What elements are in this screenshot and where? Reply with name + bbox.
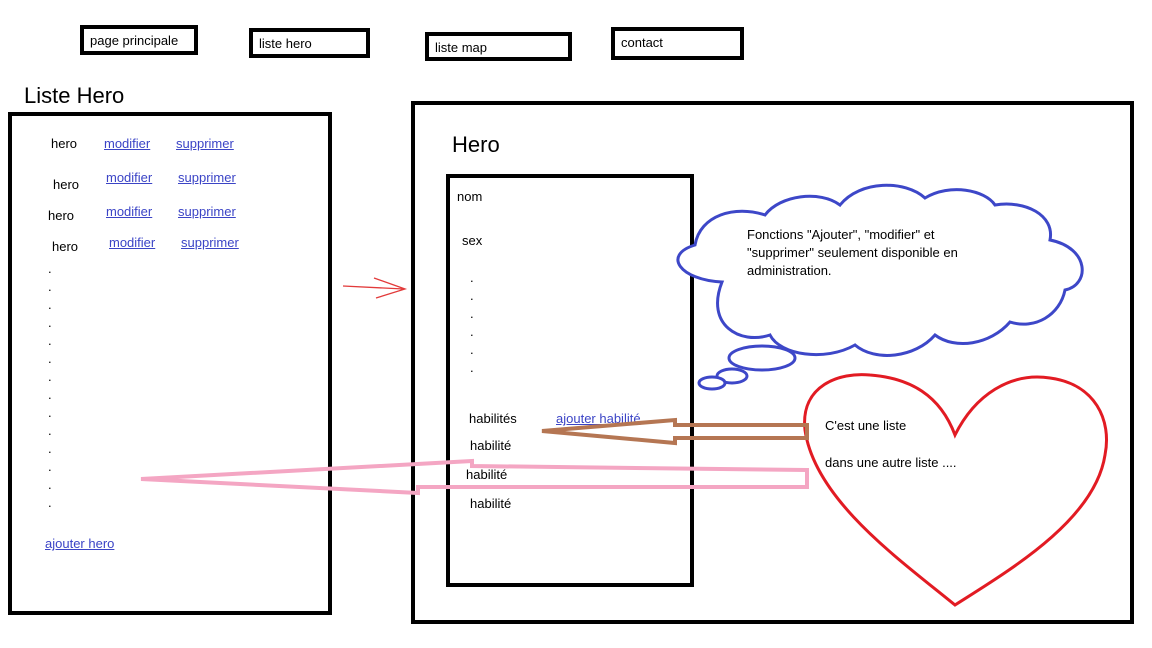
cloud-note-text: Fonctions "Ajouter", "modifier" et "supp… xyxy=(747,227,958,278)
heart-text-line1: C'est une liste xyxy=(825,418,907,433)
heart-text-line2: dans une autre liste .... xyxy=(825,455,957,470)
thought-cloud xyxy=(676,183,1084,391)
heart-shape xyxy=(803,373,1108,607)
annotation-drawings xyxy=(140,183,1108,607)
brown-arrow xyxy=(541,417,809,446)
red-arrow xyxy=(342,277,408,299)
pink-arrow xyxy=(140,458,809,496)
